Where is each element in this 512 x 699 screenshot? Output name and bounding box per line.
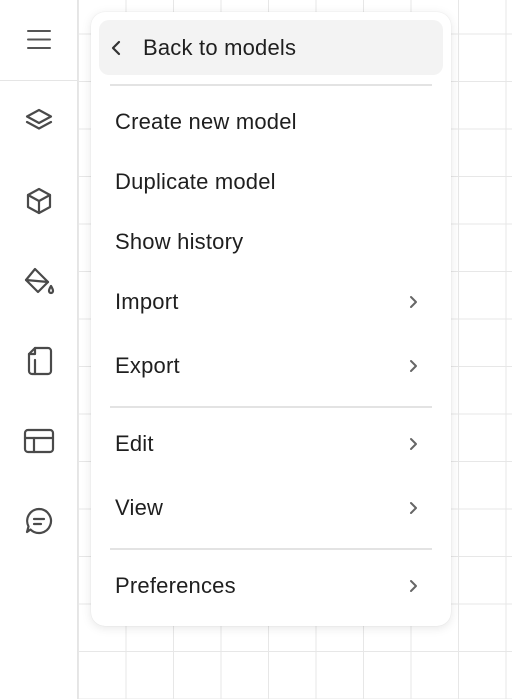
model-menu-dropdown: Back to models Create new model Duplicat… [91,12,451,626]
chevron-right-icon [403,356,423,376]
paint-bucket-icon[interactable] [22,264,56,298]
layers-icon[interactable] [22,104,56,138]
view-item[interactable]: View [99,482,443,534]
show-history-label: Show history [115,229,244,254]
chat-icon[interactable] [22,504,56,538]
chevron-right-icon [403,434,423,454]
duplicate-model-label: Duplicate model [115,169,276,194]
menu-divider [110,84,432,86]
chevron-right-icon [403,498,423,518]
edit-label: Edit [115,431,154,456]
table-icon[interactable] [22,424,56,458]
show-history-item[interactable]: Show history [99,216,443,268]
export-label: Export [115,353,180,378]
edit-item[interactable]: Edit [99,418,443,470]
pages-icon[interactable] [22,344,56,378]
back-to-models-button[interactable]: Back to models [99,20,443,75]
preferences-item[interactable]: Preferences [99,560,443,612]
chevron-right-icon [403,292,423,312]
menu-divider [110,548,432,550]
left-sidebar [0,0,78,699]
cube-icon[interactable] [22,184,56,218]
back-to-models-label: Back to models [143,34,297,60]
duplicate-model-item[interactable]: Duplicate model [99,156,443,208]
chevron-right-icon [403,576,423,596]
create-new-model-label: Create new model [115,109,297,134]
preferences-label: Preferences [115,573,236,598]
menu-divider [110,406,432,408]
create-new-model-item[interactable]: Create new model [99,96,443,148]
sidebar-header [0,0,77,81]
import-label: Import [115,289,179,314]
import-item[interactable]: Import [99,276,443,328]
export-item[interactable]: Export [99,340,443,392]
view-label: View [115,495,164,520]
chevron-left-icon [107,38,127,58]
app-window: Back to models Create new model Duplicat… [0,0,512,699]
menu-icon[interactable] [24,25,54,80]
